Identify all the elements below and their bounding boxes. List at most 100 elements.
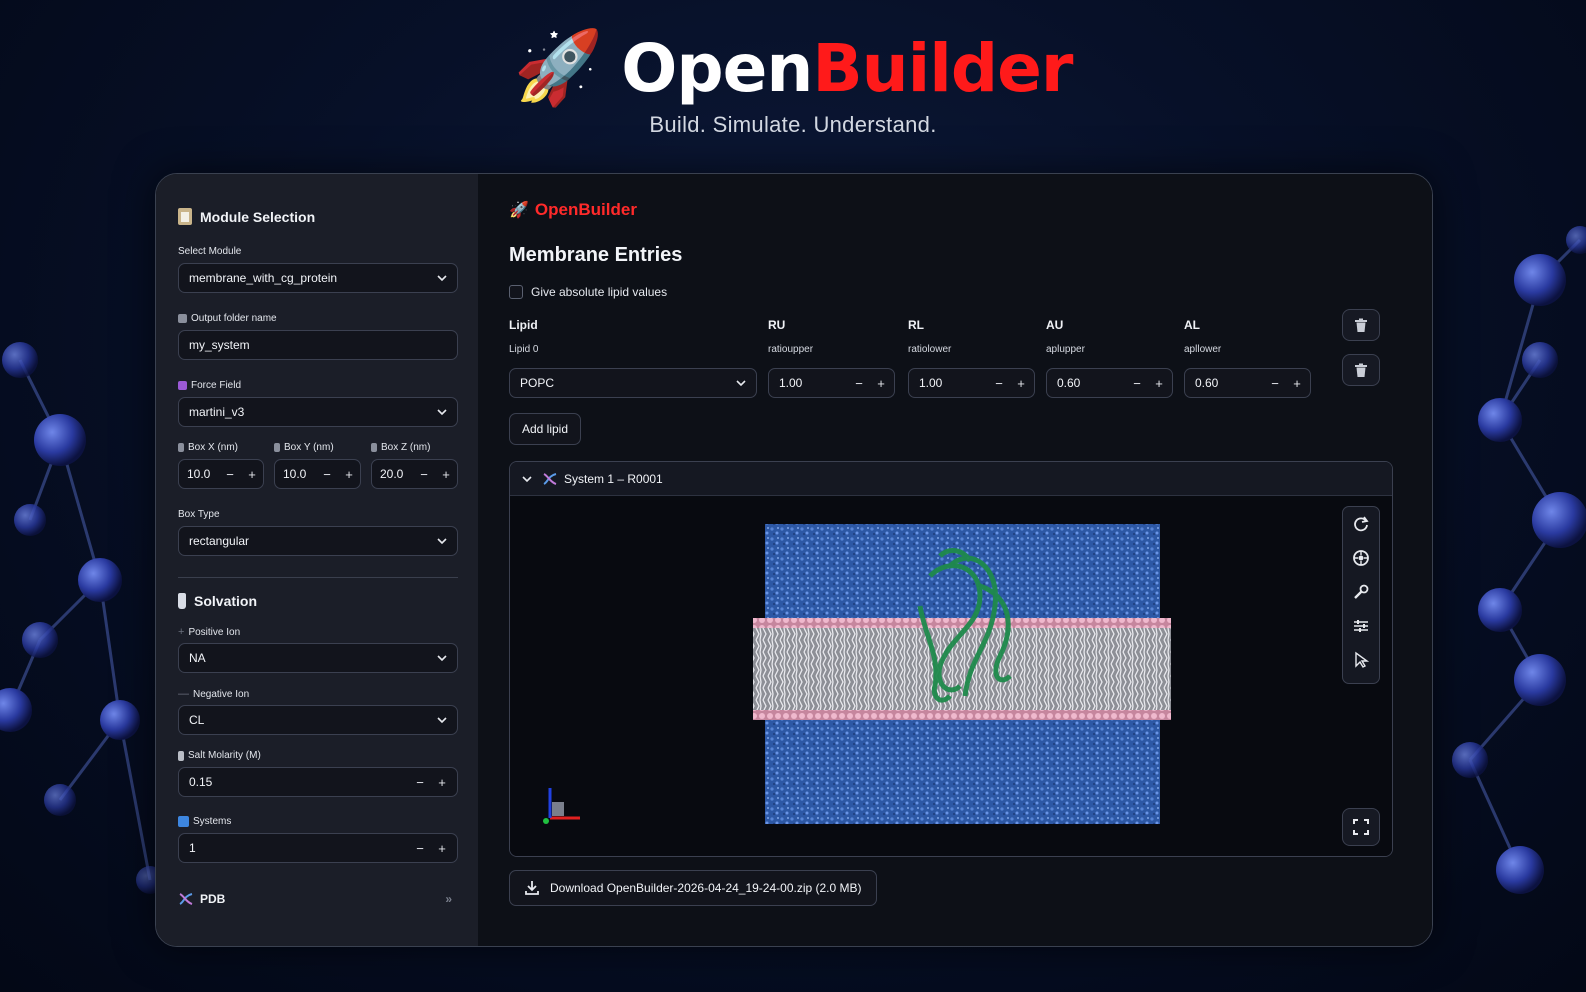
al-decrement-button[interactable]: − [1264, 376, 1286, 391]
sliders-icon[interactable] [1343, 609, 1379, 643]
select-module-dropdown[interactable]: membrane_with_cg_protein [178, 263, 458, 293]
au-value: 0.60 [1057, 376, 1081, 390]
col-ru-sub: ratioupper [768, 344, 814, 355]
rocket-icon: 🚀 [513, 28, 604, 108]
box-y-stepper[interactable]: 10.0 − + [274, 459, 361, 489]
box-x-value: 10.0 [187, 467, 211, 481]
systems-decrement-button[interactable]: − [409, 841, 431, 856]
rl-increment-button[interactable]: + [1010, 376, 1032, 391]
rl-decrement-button[interactable]: − [988, 376, 1010, 391]
pdb-label: PDB [200, 892, 226, 906]
trash-icon [1355, 318, 1367, 332]
chevron-down-icon [522, 475, 532, 482]
rotate-icon[interactable] [1343, 507, 1379, 541]
output-folder-label: Output folder name [178, 313, 277, 324]
absolute-values-checkbox[interactable] [509, 285, 523, 299]
al-value: 0.60 [1195, 376, 1219, 390]
box-z-increment-button[interactable]: + [435, 467, 457, 482]
viewer-toolbar [1342, 506, 1380, 684]
solvation-title: Solvation [194, 593, 258, 609]
output-folder-input[interactable]: my_system [178, 330, 458, 360]
module-selection-title: Module Selection [200, 208, 316, 225]
lipid-0-dropdown[interactable]: POPC [509, 368, 757, 398]
box-z-value: 20.0 [380, 467, 404, 481]
lower-headgroups [753, 710, 1171, 720]
chevron-double-right-icon: » [445, 892, 452, 906]
add-lipid-button[interactable]: Add lipid [509, 413, 581, 445]
molecular-viewer[interactable] [510, 496, 1392, 856]
box-x-decrement-button[interactable]: − [219, 467, 241, 482]
clipboard-icon [178, 208, 192, 225]
system-expander-header[interactable]: System 1 – R0001 [510, 462, 1392, 496]
force-field-dropdown[interactable]: martini_v3 [178, 397, 458, 427]
box-type-value: rectangular [189, 534, 250, 548]
salt-molarity-stepper[interactable]: 0.15 − + [178, 767, 458, 797]
box-type-dropdown[interactable]: rectangular [178, 526, 458, 556]
box-z-decrement-button[interactable]: − [413, 467, 435, 482]
delete-lipid-button[interactable] [1342, 354, 1380, 386]
box-type-label: Box Type [178, 509, 220, 520]
main-brand: 🚀 OpenBuilder [509, 200, 637, 220]
pointer-icon[interactable] [1343, 643, 1379, 677]
salt-molarity-increment-button[interactable]: + [431, 775, 453, 790]
box-icon [274, 443, 280, 452]
negative-ion-value: CL [189, 713, 205, 727]
box-y-label-text: Box Y (nm) [284, 442, 334, 453]
wrench-icon[interactable] [1343, 575, 1379, 609]
box-x-stepper[interactable]: 10.0 − + [178, 459, 264, 489]
sidebar: Module Selection Select Module membrane_… [156, 174, 478, 946]
ru-increment-button[interactable]: + [870, 376, 892, 391]
brand-builder: Builder [812, 29, 1073, 107]
atom-icon [178, 381, 187, 390]
force-field-label: Force Field [178, 380, 241, 391]
absolute-values-checkbox-row[interactable]: Give absolute lipid values [509, 285, 667, 299]
al-stepper[interactable]: 0.60 − + [1184, 368, 1311, 398]
select-module-label: Select Module [178, 246, 242, 257]
absolute-values-label: Give absolute lipid values [531, 285, 668, 299]
box-x-increment-button[interactable]: + [241, 467, 263, 482]
ru-decrement-button[interactable]: − [848, 376, 870, 391]
systems-label-text: Systems [193, 816, 232, 827]
positive-ion-label-text: Positive Ion [188, 626, 241, 638]
systems-stepper[interactable]: 1 − + [178, 833, 458, 863]
box-y-value: 10.0 [283, 467, 307, 481]
download-button[interactable]: Download OpenBuilder-2026-04-24_19-24-00… [509, 870, 877, 906]
module-selection-heading: Module Selection [178, 208, 315, 225]
fullscreen-icon [1353, 819, 1369, 835]
au-increment-button[interactable]: + [1148, 376, 1170, 391]
chevron-down-icon [437, 655, 447, 662]
trash-icon [1355, 363, 1367, 377]
brand-open: Open [621, 29, 813, 107]
au-decrement-button[interactable]: − [1126, 376, 1148, 391]
spin-icon[interactable] [1343, 541, 1379, 575]
download-label: Download OpenBuilder-2026-04-24_19-24-00… [550, 881, 862, 895]
force-field-label-text: Force Field [191, 380, 242, 391]
lipid-0-value: POPC [520, 376, 555, 390]
rl-stepper[interactable]: 1.00 − + [908, 368, 1035, 398]
download-icon [525, 881, 539, 895]
chevron-down-icon [736, 380, 746, 387]
al-increment-button[interactable]: + [1286, 376, 1308, 391]
ru-stepper[interactable]: 1.00 − + [768, 368, 895, 398]
bottle-icon [178, 593, 186, 609]
col-ru-header: RU [768, 318, 786, 332]
fullscreen-button[interactable] [1342, 808, 1380, 846]
box-y-decrement-button[interactable]: − [316, 467, 338, 482]
pdb-expander[interactable]: PDB » [178, 889, 458, 909]
au-stepper[interactable]: 0.60 − + [1046, 368, 1173, 398]
col-lipid-sub: Lipid 0 [509, 344, 539, 355]
hero-title: 🚀 OpenBuilder [513, 28, 1074, 108]
positive-ion-dropdown[interactable]: NA [178, 643, 458, 673]
delete-all-button[interactable] [1342, 309, 1380, 341]
box-icon [371, 443, 377, 452]
box-z-stepper[interactable]: 20.0 − + [371, 459, 458, 489]
output-folder-value: my_system [189, 338, 250, 352]
tagline: Build. Simulate. Understand. [649, 112, 937, 137]
negative-ion-dropdown[interactable]: CL [178, 705, 458, 735]
salt-molarity-decrement-button[interactable]: − [409, 775, 431, 790]
box-x-label-text: Box X (nm) [188, 442, 239, 453]
box-x-label: Box X (nm) [178, 442, 238, 453]
folder-icon [178, 314, 187, 323]
box-y-increment-button[interactable]: + [338, 467, 360, 482]
systems-increment-button[interactable]: + [431, 841, 453, 856]
